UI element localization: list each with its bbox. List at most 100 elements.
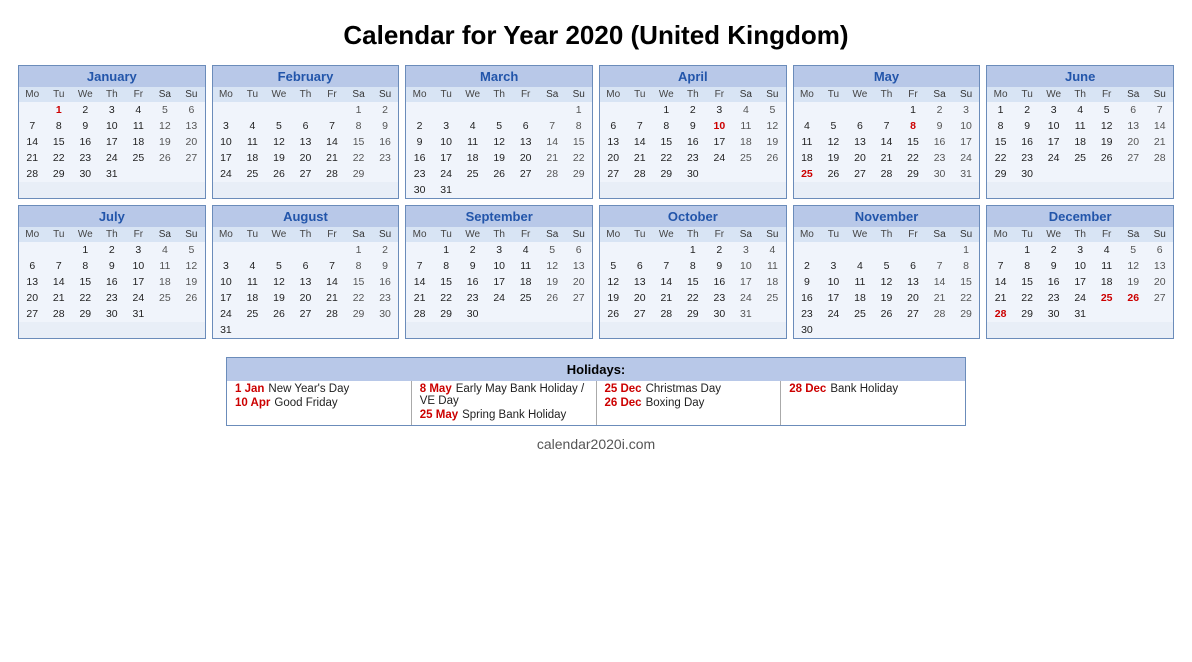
month-may: MayMoTuWeThFrSaSu12345678910111213141516…: [793, 65, 981, 199]
day-cell: 14: [406, 274, 433, 290]
day-cell: 10: [733, 258, 760, 274]
day-cell: 13: [600, 134, 627, 150]
day-cell: 8: [72, 258, 99, 274]
day-header: We: [266, 227, 293, 242]
day-cell: 28: [627, 166, 654, 182]
day-cell: 3: [953, 102, 980, 118]
day-cell: [178, 306, 205, 322]
day-cell: 27: [1120, 150, 1147, 166]
holiday-col-2: 25 DecChristmas Day26 DecBoxing Day: [597, 381, 782, 425]
day-cell: [1146, 306, 1173, 322]
day-cell: 21: [319, 290, 346, 306]
month-header: April: [600, 66, 786, 87]
day-cell: 6: [565, 242, 592, 258]
day-header: Th: [292, 87, 319, 102]
day-cell: 9: [406, 134, 433, 150]
day-cell: 18: [794, 150, 821, 166]
day-cell: 9: [99, 258, 126, 274]
day-cell: 23: [794, 306, 821, 322]
day-cell: 20: [1146, 274, 1173, 290]
day-header: Mo: [213, 227, 240, 242]
day-cell: 22: [900, 150, 927, 166]
day-cell: 10: [953, 118, 980, 134]
day-header: Th: [873, 87, 900, 102]
day-cell: 31: [99, 166, 126, 182]
day-header: We: [653, 227, 680, 242]
holiday-name: Boxing Day: [646, 397, 705, 409]
day-cell: 11: [1067, 118, 1094, 134]
day-cell: [1093, 306, 1120, 322]
day-cell: [319, 322, 346, 338]
day-cell: 29: [433, 306, 460, 322]
day-cell: 7: [46, 258, 73, 274]
day-cell: 25: [847, 306, 874, 322]
day-header: Tu: [820, 87, 847, 102]
day-cell: 20: [292, 290, 319, 306]
day-cell: 19: [266, 290, 293, 306]
month-header: June: [987, 66, 1173, 87]
day-cell: 10: [706, 118, 733, 134]
day-header: We: [847, 87, 874, 102]
day-header: Mo: [794, 227, 821, 242]
day-cell: 3: [1040, 102, 1067, 118]
day-cell: 31: [1067, 306, 1094, 322]
day-cell: 17: [820, 290, 847, 306]
day-header: Mo: [600, 227, 627, 242]
day-cell: 15: [433, 274, 460, 290]
day-header: Mo: [19, 87, 46, 102]
day-cell: 29: [953, 306, 980, 322]
day-cell: 18: [239, 150, 266, 166]
day-cell: 12: [1093, 118, 1120, 134]
day-header: Mo: [600, 87, 627, 102]
day-cell: 22: [433, 290, 460, 306]
day-cell: 2: [99, 242, 126, 258]
holiday-date: 26 Dec: [605, 397, 642, 409]
day-cell: 9: [926, 118, 953, 134]
day-cell: 11: [459, 134, 486, 150]
day-cell: 17: [1067, 274, 1094, 290]
month-april: AprilMoTuWeThFrSaSu123456789101112131415…: [599, 65, 787, 199]
day-cell: [539, 306, 566, 322]
holiday-item: 28 DecBank Holiday: [789, 383, 957, 395]
day-cell: 18: [152, 274, 179, 290]
day-cell: 23: [99, 290, 126, 306]
holiday-date: 25 May: [420, 409, 458, 421]
day-header: Fr: [1093, 227, 1120, 242]
page-title: Calendar for Year 2020 (United Kingdom): [10, 20, 1182, 51]
day-cell: 20: [1120, 134, 1147, 150]
day-cell: 29: [987, 166, 1014, 182]
day-cell: [847, 242, 874, 258]
month-header: October: [600, 206, 786, 227]
day-cell: 23: [1040, 290, 1067, 306]
day-cell: [459, 102, 486, 118]
day-cell: 6: [847, 118, 874, 134]
day-header: Mo: [19, 227, 46, 242]
day-header: We: [459, 87, 486, 102]
day-cell: [125, 166, 152, 182]
day-cell: [512, 102, 539, 118]
day-cell: 24: [706, 150, 733, 166]
day-header: Sa: [926, 227, 953, 242]
day-cell: 20: [512, 150, 539, 166]
day-cell: 15: [953, 274, 980, 290]
day-header: Fr: [512, 87, 539, 102]
day-cell: 27: [900, 306, 927, 322]
day-cell: [900, 322, 927, 338]
holiday-date: 10 Apr: [235, 397, 270, 409]
day-cell: 13: [292, 134, 319, 150]
day-cell: 25: [459, 166, 486, 182]
day-cell: [266, 102, 293, 118]
day-cell: 18: [847, 290, 874, 306]
day-cell: 21: [46, 290, 73, 306]
day-cell: [820, 242, 847, 258]
day-cell: 11: [733, 118, 760, 134]
day-cell: 16: [72, 134, 99, 150]
day-cell: 14: [319, 274, 346, 290]
day-cell: 30: [1014, 166, 1041, 182]
day-cell: [292, 102, 319, 118]
day-cell: 11: [794, 134, 821, 150]
day-cell: 18: [733, 134, 760, 150]
day-cell: [213, 102, 240, 118]
day-cell: 28: [873, 166, 900, 182]
day-cell: 16: [680, 134, 707, 150]
